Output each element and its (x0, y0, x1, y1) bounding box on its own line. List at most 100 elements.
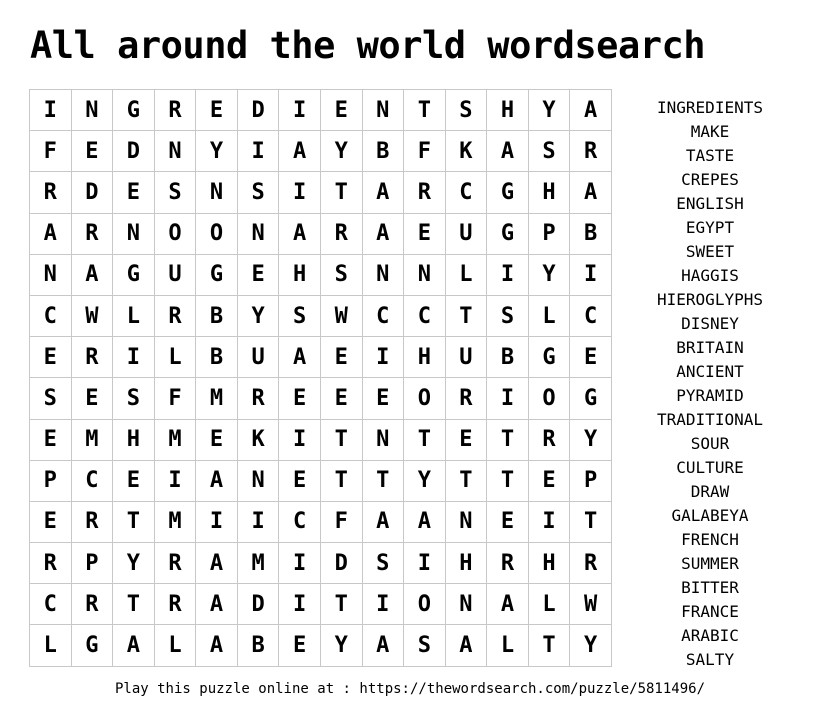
word-list-item: DRAW (690, 482, 730, 501)
grid-cell: R (237, 378, 280, 420)
grid-cell: S (30, 378, 72, 420)
grid-cell: H (404, 337, 446, 379)
grid-cell: H (528, 172, 571, 214)
word-list-item: FRENCH (681, 530, 739, 549)
grid-cell: O (196, 213, 238, 255)
grid-cell: T (404, 90, 446, 132)
grid-cell: Y (528, 90, 571, 132)
grid-cell: Y (570, 419, 612, 461)
grid-cell: W (320, 295, 363, 338)
grid-cell: A (196, 625, 238, 667)
word-list-item: ENGLISH (676, 194, 744, 213)
grid-cell: T (487, 419, 529, 461)
grid-cell: R (71, 584, 114, 626)
grid-cell: N (237, 460, 280, 502)
grid-cell: I (279, 90, 321, 132)
grid-cell: M (196, 378, 238, 420)
grid-cell: E (71, 131, 114, 173)
grid-cell: C (570, 295, 612, 338)
grid-cell: E (113, 172, 155, 214)
grid-cell: E (320, 337, 363, 379)
word-list-item: CREPES (681, 170, 739, 189)
grid-cell: C (30, 295, 72, 338)
grid-cell: L (528, 584, 571, 626)
grid-cell: B (237, 625, 280, 667)
word-list-item: MAKE (690, 122, 730, 141)
grid-cell: S (154, 172, 197, 214)
grid-cell: P (30, 460, 72, 502)
word-list-item: BRITAIN (676, 338, 744, 357)
grid-cell: G (71, 625, 114, 667)
grid-cell: A (279, 337, 321, 379)
grid-cell: I (487, 254, 529, 296)
grid-cell: M (154, 501, 197, 544)
word-list-item: EGYPT (685, 218, 735, 237)
word-list-item: BITTER (681, 578, 739, 597)
grid-cell: I (528, 501, 571, 544)
grid-cell: A (487, 584, 529, 626)
grid-cell: L (154, 337, 197, 379)
grid-cell: N (196, 172, 238, 214)
word-list-item: SALTY (685, 650, 735, 669)
grid-cell: A (362, 625, 405, 667)
grid-cell: U (445, 213, 488, 255)
grid-cell: F (320, 501, 363, 544)
grid-cell: L (528, 295, 571, 338)
grid-cell: T (320, 419, 363, 461)
grid-cell: A (570, 172, 612, 214)
grid-cell: A (404, 501, 446, 544)
grid-cell: E (196, 90, 238, 132)
grid-cell: L (113, 295, 155, 338)
grid-cell: R (154, 584, 197, 626)
grid-cell: L (30, 625, 72, 667)
grid-cell: T (404, 419, 446, 461)
grid-cell: T (320, 584, 363, 626)
grid-cell: E (279, 460, 321, 502)
grid-cell: R (570, 131, 612, 173)
grid-cell: L (154, 625, 197, 667)
grid-cell: T (320, 460, 363, 502)
grid-cell: I (30, 90, 72, 132)
grid-cell: U (237, 337, 280, 379)
grid-cell: E (362, 378, 405, 420)
grid-cell: A (445, 625, 488, 667)
grid-cell: M (237, 543, 280, 585)
grid-cell: N (404, 254, 446, 296)
grid-cell: Y (113, 543, 155, 585)
grid-cell: A (570, 90, 612, 132)
grid-cell: T (445, 460, 488, 502)
grid-cell: Y (320, 131, 363, 173)
grid-cell: R (445, 378, 488, 420)
grid-cell: S (445, 90, 488, 132)
grid-cell: F (30, 131, 72, 173)
grid-cell: T (113, 584, 155, 626)
grid-cell: G (113, 254, 155, 296)
grid-cell: E (404, 213, 446, 255)
grid-cell: I (196, 501, 238, 544)
grid-cell: E (570, 337, 612, 379)
grid-cell: I (487, 378, 529, 420)
grid-cell: D (113, 131, 155, 173)
grid-cell: E (279, 625, 321, 667)
grid-cell: L (487, 625, 529, 667)
grid-cell: D (237, 90, 280, 132)
grid-cell: C (71, 460, 114, 502)
grid-cell: I (362, 584, 405, 626)
grid-cell: A (71, 254, 114, 296)
grid-cell: B (196, 295, 238, 338)
word-list-item: TASTE (685, 146, 735, 165)
grid-cell: N (30, 254, 72, 296)
grid-cell: R (528, 419, 571, 461)
grid-cell: T (528, 625, 571, 667)
grid-cell: S (404, 625, 446, 667)
grid-cell: M (154, 419, 197, 461)
grid-cell: A (362, 501, 405, 544)
footer-link-text: Play this puzzle online at : https://the… (114, 681, 705, 697)
grid-cell: T (362, 460, 405, 502)
word-list-item: DISNEY (681, 314, 739, 333)
grid-cell: E (279, 378, 321, 420)
grid-cell: P (71, 543, 114, 585)
grid-cell: U (154, 254, 197, 296)
grid-cell: R (154, 90, 197, 132)
word-list-item: HAGGIS (681, 266, 739, 285)
